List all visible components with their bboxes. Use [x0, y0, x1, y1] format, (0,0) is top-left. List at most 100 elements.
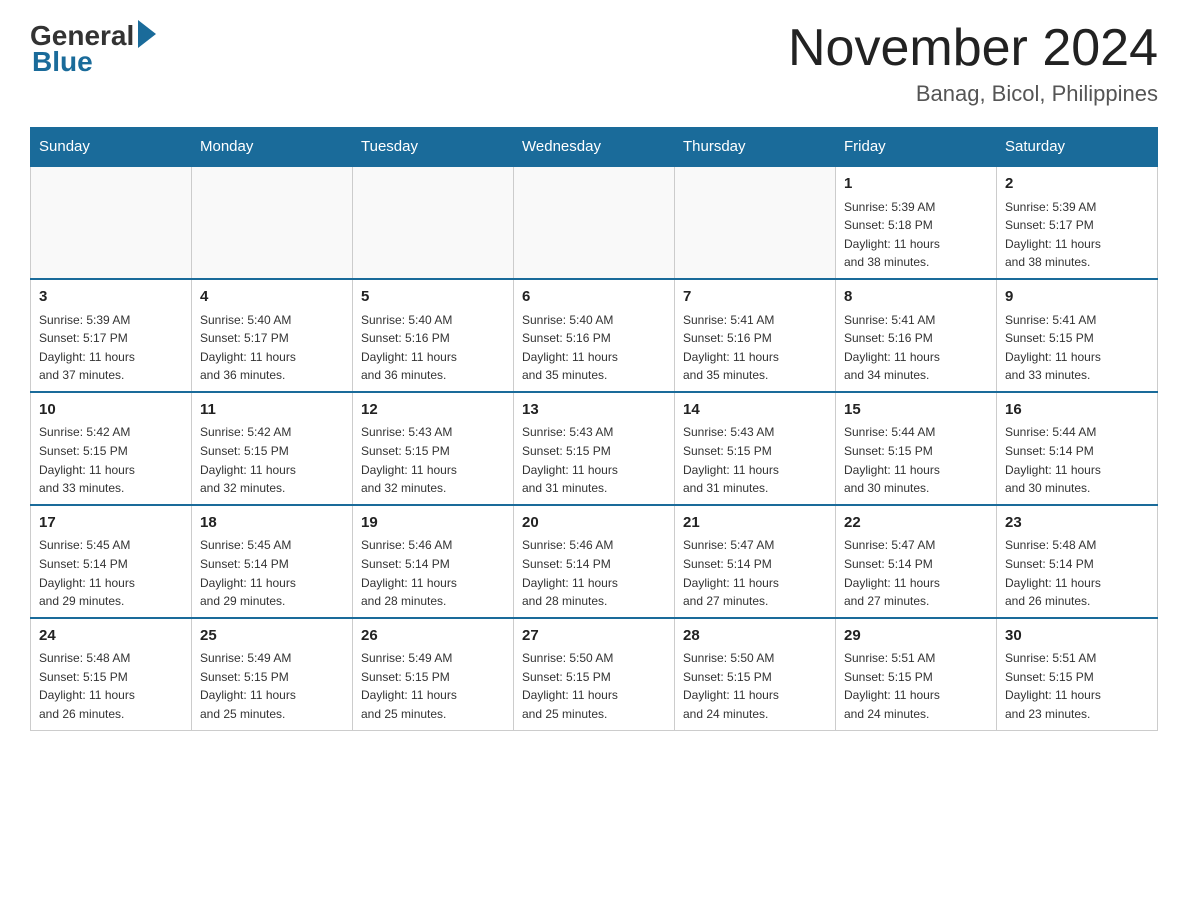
day-info: Sunrise: 5:50 AMSunset: 5:15 PMDaylight:…: [522, 649, 666, 723]
day-number: 8: [844, 286, 988, 309]
day-info: Sunrise: 5:42 AMSunset: 5:15 PMDaylight:…: [39, 423, 183, 497]
calendar-cell: 1Sunrise: 5:39 AMSunset: 5:18 PMDaylight…: [836, 166, 997, 279]
day-number: 22: [844, 512, 988, 535]
column-header-thursday: Thursday: [675, 128, 836, 167]
day-info: Sunrise: 5:46 AMSunset: 5:14 PMDaylight:…: [361, 536, 505, 610]
day-number: 26: [361, 625, 505, 648]
calendar-cell: 16Sunrise: 5:44 AMSunset: 5:14 PMDayligh…: [997, 392, 1158, 505]
day-info: Sunrise: 5:45 AMSunset: 5:14 PMDaylight:…: [200, 536, 344, 610]
day-number: 1: [844, 173, 988, 196]
location-title: Banag, Bicol, Philippines: [788, 81, 1158, 107]
calendar-cell: 13Sunrise: 5:43 AMSunset: 5:15 PMDayligh…: [514, 392, 675, 505]
calendar-cell: 8Sunrise: 5:41 AMSunset: 5:16 PMDaylight…: [836, 279, 997, 392]
day-info: Sunrise: 5:43 AMSunset: 5:15 PMDaylight:…: [683, 423, 827, 497]
day-info: Sunrise: 5:40 AMSunset: 5:17 PMDaylight:…: [200, 311, 344, 385]
calendar-cell: 30Sunrise: 5:51 AMSunset: 5:15 PMDayligh…: [997, 618, 1158, 730]
calendar-cell: 7Sunrise: 5:41 AMSunset: 5:16 PMDaylight…: [675, 279, 836, 392]
day-info: Sunrise: 5:46 AMSunset: 5:14 PMDaylight:…: [522, 536, 666, 610]
day-info: Sunrise: 5:47 AMSunset: 5:14 PMDaylight:…: [844, 536, 988, 610]
calendar-cell: 25Sunrise: 5:49 AMSunset: 5:15 PMDayligh…: [192, 618, 353, 730]
week-row-4: 17Sunrise: 5:45 AMSunset: 5:14 PMDayligh…: [31, 505, 1158, 618]
column-header-friday: Friday: [836, 128, 997, 167]
day-number: 29: [844, 625, 988, 648]
calendar-cell: [353, 166, 514, 279]
day-number: 6: [522, 286, 666, 309]
calendar-cell: 5Sunrise: 5:40 AMSunset: 5:16 PMDaylight…: [353, 279, 514, 392]
day-info: Sunrise: 5:45 AMSunset: 5:14 PMDaylight:…: [39, 536, 183, 610]
page-header: General Blue November 2024 Banag, Bicol,…: [30, 20, 1158, 107]
day-info: Sunrise: 5:44 AMSunset: 5:14 PMDaylight:…: [1005, 423, 1149, 497]
calendar-cell: 6Sunrise: 5:40 AMSunset: 5:16 PMDaylight…: [514, 279, 675, 392]
day-number: 4: [200, 286, 344, 309]
day-number: 18: [200, 512, 344, 535]
logo-arrow-icon: [138, 20, 156, 48]
day-number: 14: [683, 399, 827, 422]
day-number: 19: [361, 512, 505, 535]
calendar-cell: [675, 166, 836, 279]
day-number: 5: [361, 286, 505, 309]
day-info: Sunrise: 5:50 AMSunset: 5:15 PMDaylight:…: [683, 649, 827, 723]
calendar-cell: 19Sunrise: 5:46 AMSunset: 5:14 PMDayligh…: [353, 505, 514, 618]
day-number: 28: [683, 625, 827, 648]
week-row-5: 24Sunrise: 5:48 AMSunset: 5:15 PMDayligh…: [31, 618, 1158, 730]
title-area: November 2024 Banag, Bicol, Philippines: [788, 20, 1158, 107]
calendar-cell: 24Sunrise: 5:48 AMSunset: 5:15 PMDayligh…: [31, 618, 192, 730]
day-info: Sunrise: 5:43 AMSunset: 5:15 PMDaylight:…: [522, 423, 666, 497]
day-info: Sunrise: 5:48 AMSunset: 5:14 PMDaylight:…: [1005, 536, 1149, 610]
day-info: Sunrise: 5:40 AMSunset: 5:16 PMDaylight:…: [522, 311, 666, 385]
day-info: Sunrise: 5:49 AMSunset: 5:15 PMDaylight:…: [361, 649, 505, 723]
column-header-wednesday: Wednesday: [514, 128, 675, 167]
day-number: 10: [39, 399, 183, 422]
day-info: Sunrise: 5:43 AMSunset: 5:15 PMDaylight:…: [361, 423, 505, 497]
calendar-cell: 21Sunrise: 5:47 AMSunset: 5:14 PMDayligh…: [675, 505, 836, 618]
calendar-cell: 15Sunrise: 5:44 AMSunset: 5:15 PMDayligh…: [836, 392, 997, 505]
day-number: 13: [522, 399, 666, 422]
week-row-3: 10Sunrise: 5:42 AMSunset: 5:15 PMDayligh…: [31, 392, 1158, 505]
day-info: Sunrise: 5:42 AMSunset: 5:15 PMDaylight:…: [200, 423, 344, 497]
day-info: Sunrise: 5:41 AMSunset: 5:16 PMDaylight:…: [844, 311, 988, 385]
calendar-cell: 20Sunrise: 5:46 AMSunset: 5:14 PMDayligh…: [514, 505, 675, 618]
logo-blue-text: Blue: [32, 46, 93, 78]
calendar-cell: 2Sunrise: 5:39 AMSunset: 5:17 PMDaylight…: [997, 166, 1158, 279]
calendar-cell: 29Sunrise: 5:51 AMSunset: 5:15 PMDayligh…: [836, 618, 997, 730]
day-info: Sunrise: 5:47 AMSunset: 5:14 PMDaylight:…: [683, 536, 827, 610]
calendar-cell: 12Sunrise: 5:43 AMSunset: 5:15 PMDayligh…: [353, 392, 514, 505]
day-number: 7: [683, 286, 827, 309]
day-info: Sunrise: 5:40 AMSunset: 5:16 PMDaylight:…: [361, 311, 505, 385]
calendar-cell: [192, 166, 353, 279]
day-number: 17: [39, 512, 183, 535]
day-number: 9: [1005, 286, 1149, 309]
day-number: 11: [200, 399, 344, 422]
column-header-tuesday: Tuesday: [353, 128, 514, 167]
day-info: Sunrise: 5:44 AMSunset: 5:15 PMDaylight:…: [844, 423, 988, 497]
day-number: 16: [1005, 399, 1149, 422]
day-info: Sunrise: 5:51 AMSunset: 5:15 PMDaylight:…: [844, 649, 988, 723]
day-info: Sunrise: 5:48 AMSunset: 5:15 PMDaylight:…: [39, 649, 183, 723]
calendar-cell: 4Sunrise: 5:40 AMSunset: 5:17 PMDaylight…: [192, 279, 353, 392]
day-number: 24: [39, 625, 183, 648]
column-header-saturday: Saturday: [997, 128, 1158, 167]
calendar-header-row: SundayMondayTuesdayWednesdayThursdayFrid…: [31, 128, 1158, 167]
day-number: 12: [361, 399, 505, 422]
calendar-cell: 9Sunrise: 5:41 AMSunset: 5:15 PMDaylight…: [997, 279, 1158, 392]
day-info: Sunrise: 5:51 AMSunset: 5:15 PMDaylight:…: [1005, 649, 1149, 723]
calendar-cell: 18Sunrise: 5:45 AMSunset: 5:14 PMDayligh…: [192, 505, 353, 618]
day-number: 27: [522, 625, 666, 648]
calendar-cell: 17Sunrise: 5:45 AMSunset: 5:14 PMDayligh…: [31, 505, 192, 618]
calendar-cell: 14Sunrise: 5:43 AMSunset: 5:15 PMDayligh…: [675, 392, 836, 505]
day-number: 2: [1005, 173, 1149, 196]
calendar-table: SundayMondayTuesdayWednesdayThursdayFrid…: [30, 127, 1158, 730]
day-number: 20: [522, 512, 666, 535]
day-info: Sunrise: 5:41 AMSunset: 5:16 PMDaylight:…: [683, 311, 827, 385]
week-row-2: 3Sunrise: 5:39 AMSunset: 5:17 PMDaylight…: [31, 279, 1158, 392]
calendar-cell: 26Sunrise: 5:49 AMSunset: 5:15 PMDayligh…: [353, 618, 514, 730]
day-number: 30: [1005, 625, 1149, 648]
month-title: November 2024: [788, 20, 1158, 77]
day-number: 21: [683, 512, 827, 535]
logo: General Blue: [30, 20, 156, 78]
calendar-cell: 11Sunrise: 5:42 AMSunset: 5:15 PMDayligh…: [192, 392, 353, 505]
column-header-monday: Monday: [192, 128, 353, 167]
day-info: Sunrise: 5:39 AMSunset: 5:18 PMDaylight:…: [844, 198, 988, 272]
calendar-cell: [514, 166, 675, 279]
day-info: Sunrise: 5:39 AMSunset: 5:17 PMDaylight:…: [1005, 198, 1149, 272]
